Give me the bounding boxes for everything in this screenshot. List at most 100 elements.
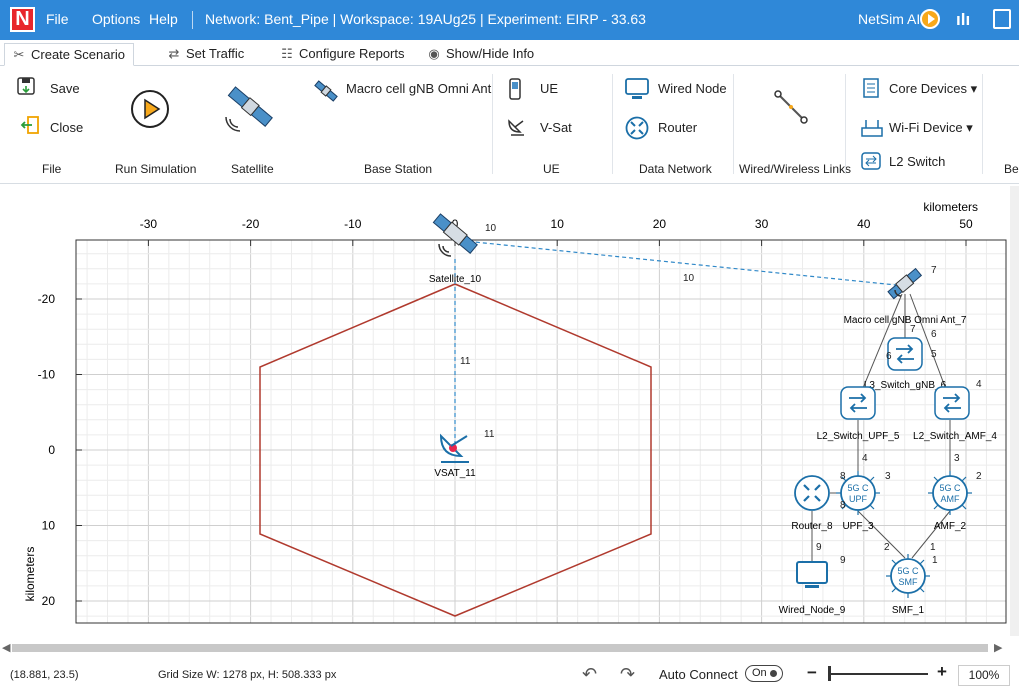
- save-icon[interactable]: [993, 9, 1011, 29]
- gnb-tool-icon[interactable]: [312, 79, 340, 103]
- macro-gnb-button[interactable]: Macro cell gNB Omni Ant: [346, 81, 491, 96]
- group-divider: [612, 74, 613, 174]
- x-tick-label: 30: [755, 217, 769, 231]
- router-node[interactable]: [794, 475, 830, 511]
- amf-badge-line1: 5G C: [939, 483, 961, 493]
- save-button[interactable]: Save: [50, 81, 80, 96]
- zoom-slider-handle[interactable]: [828, 666, 831, 681]
- zoom-level[interactable]: 100%: [958, 665, 1010, 686]
- smf-label: SMF_1: [892, 605, 925, 616]
- l2-switch-icon[interactable]: [861, 152, 881, 170]
- stats-icon[interactable]: ılı: [956, 10, 970, 30]
- auto-connect-toggle[interactable]: On: [745, 665, 783, 682]
- x-tick-label: 20: [653, 217, 667, 231]
- netsim-logo: N: [10, 7, 35, 32]
- link-label: 3: [954, 453, 960, 464]
- group-satellite-label: Satellite: [231, 162, 274, 176]
- horizontal-scrollbar[interactable]: ◀ ▶: [0, 640, 1019, 656]
- group-divider: [492, 74, 493, 174]
- vertical-scrollbar[interactable]: [1010, 186, 1019, 636]
- run-simulation-icon[interactable]: [129, 88, 171, 130]
- smf-node[interactable]: 5G C SMF: [886, 554, 930, 598]
- y-tick-label: 20: [42, 594, 56, 608]
- link-tool-icon[interactable]: [772, 88, 810, 126]
- satellite-tool-icon[interactable]: [222, 81, 278, 133]
- configure-reports-icon: ☷: [281, 46, 293, 61]
- l2-switch-button[interactable]: L2 Switch: [889, 154, 945, 169]
- undo-icon[interactable]: ↶: [582, 664, 597, 685]
- canvas-svg[interactable]: -30 -20 -10 0 10 20 30 40 50-20-1001020 kilomete…: [0, 184, 1010, 640]
- scroll-left-icon[interactable]: ◀: [2, 641, 10, 654]
- l3-switch-label: L3_Switch_gNB_6: [864, 380, 947, 391]
- menu-file[interactable]: File: [46, 11, 69, 27]
- link-label: 3: [885, 471, 891, 482]
- redo-icon[interactable]: ↷: [620, 664, 635, 685]
- link-label: 7: [931, 265, 937, 276]
- x-tick-label: -30: [140, 217, 158, 231]
- link-label: 10: [683, 273, 695, 284]
- link-upf-smf[interactable]: [857, 510, 906, 559]
- save-icon[interactable]: [16, 76, 36, 96]
- upf-badge-line1: 5G C: [847, 483, 869, 493]
- link-label: 7: [910, 324, 916, 335]
- chevron-down-icon: ▾: [966, 120, 973, 135]
- router-label: Router_8: [791, 521, 833, 532]
- wifi-device-icon[interactable]: [861, 116, 883, 138]
- link-label: 6: [886, 351, 892, 362]
- vsat-button[interactable]: V-Sat: [540, 120, 572, 135]
- netsim-ai-label[interactable]: NetSim AI: [858, 11, 920, 27]
- status-bar: (18.881, 23.5) Grid Size W: 1278 px, H: …: [0, 656, 1019, 689]
- link-label: 8: [840, 471, 846, 482]
- l2-switch-upf-label: L2_Switch_UPF_5: [817, 431, 900, 442]
- link-label: 11: [460, 356, 471, 367]
- menu-options[interactable]: Options: [92, 11, 140, 27]
- close-button[interactable]: Close: [50, 120, 83, 135]
- menu-help[interactable]: Help: [149, 11, 178, 27]
- link-label: 4: [862, 453, 868, 464]
- tab-show-hide-info[interactable]: ◉ Show/Hide Info: [420, 43, 540, 66]
- zoom-in-button[interactable]: +: [937, 662, 947, 682]
- tab-create-scenario[interactable]: ✂ Create Scenario: [4, 43, 134, 66]
- link-10[interactable]: [454, 239, 897, 286]
- network-canvas[interactable]: -30 -20 -10 0 10 20 30 40 50 -20 -10 0 10 20 kilomete…: [0, 184, 1019, 640]
- tab-set-traffic[interactable]: ⇄ Set Traffic: [160, 43, 250, 66]
- link-label: 6: [931, 329, 937, 340]
- wired-node-tool-icon[interactable]: [625, 78, 649, 100]
- core-devices-dropdown[interactable]: Core Devices ▾: [889, 81, 977, 97]
- wifi-device-dropdown[interactable]: Wi-Fi Device ▾: [889, 120, 973, 136]
- tab-configure-reports[interactable]: ☷ Configure Reports: [273, 43, 411, 66]
- vsat-tool-icon[interactable]: [506, 118, 528, 138]
- router-tool-icon[interactable]: [625, 116, 649, 140]
- link-label: 5: [931, 349, 937, 360]
- x-tick-label: 10: [551, 217, 565, 231]
- wired-node-button[interactable]: Wired Node: [658, 81, 727, 96]
- l3-switch-node[interactable]: [887, 337, 923, 371]
- auto-connect-label: Auto Connect: [659, 667, 738, 682]
- upf-badge-line2: UPF: [849, 494, 868, 504]
- ue-icon[interactable]: [508, 78, 522, 100]
- scroll-thumb[interactable]: [12, 644, 988, 652]
- grid-size: Grid Size W: 1278 px, H: 508.333 px: [158, 669, 337, 681]
- x-tick-label: 40: [857, 217, 871, 231]
- group-divider: [982, 74, 983, 174]
- zoom-slider-track[interactable]: [828, 673, 928, 675]
- amf-node[interactable]: 5G C AMF: [928, 471, 972, 515]
- tab-label: Show/Hide Info: [446, 46, 535, 61]
- router-button[interactable]: Router: [658, 120, 697, 135]
- vsat-label: VSAT_11: [434, 468, 476, 479]
- close-icon[interactable]: [20, 115, 40, 135]
- window-title: Network: Bent_Pipe | Workspace: 19AUg25 …: [205, 11, 646, 27]
- upf-label: UPF_3: [842, 521, 874, 532]
- chevron-down-icon: ▾: [970, 81, 978, 96]
- ai-play-icon[interactable]: [920, 9, 940, 29]
- scroll-right-icon[interactable]: ▶: [994, 641, 1002, 654]
- l2-switch-upf-node[interactable]: [840, 386, 876, 420]
- zoom-out-button[interactable]: −: [807, 663, 817, 683]
- core-devices-icon[interactable]: [861, 77, 881, 99]
- y-tick-label: 0: [48, 443, 55, 457]
- cursor-coordinates: (18.881, 23.5): [10, 669, 79, 681]
- ue-button[interactable]: UE: [540, 81, 558, 96]
- link-label: 9: [816, 542, 822, 553]
- l2-switch-amf-node[interactable]: [934, 386, 970, 420]
- group-links-label: Wired/Wireless Links: [739, 162, 852, 176]
